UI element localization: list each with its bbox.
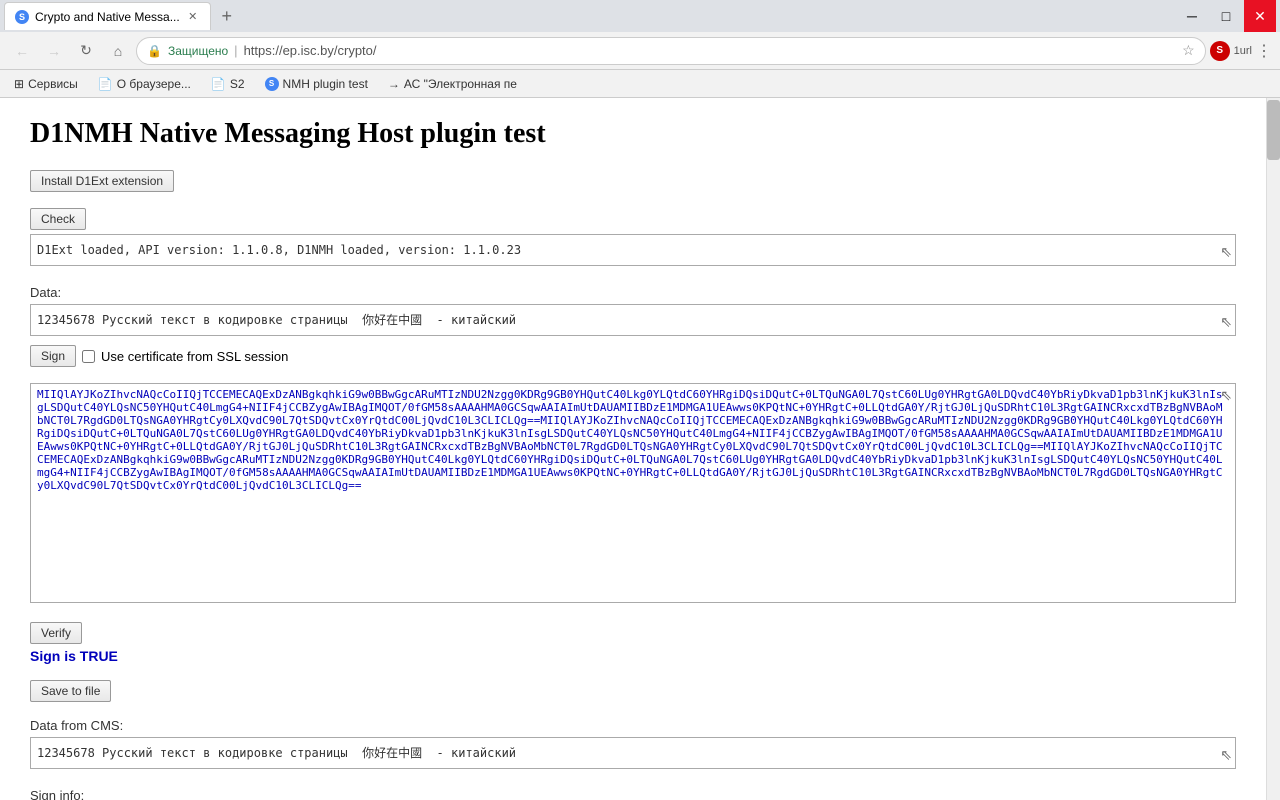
bookmark-about-label: О браузере... bbox=[117, 77, 191, 91]
data-from-cms-section: Data from CMS: ⇖ bbox=[30, 718, 1236, 772]
bookmark-nmh-label: NMH plugin test bbox=[283, 77, 368, 91]
active-tab[interactable]: S Crypto and Native Messa... ✕ bbox=[4, 2, 211, 30]
data-from-cms-field bbox=[30, 737, 1236, 769]
verify-section: Verify Sign is TRUE bbox=[30, 622, 1236, 664]
bookmark-services-label: Сервисы bbox=[28, 77, 78, 91]
minimize-button[interactable]: ─ bbox=[1176, 0, 1208, 32]
tab-favicon: S bbox=[15, 10, 29, 24]
navigation-bar: ← → ↻ ⌂ 🔒 Защищено | https://ep.isc.by/c… bbox=[0, 32, 1280, 70]
services-icon: ⊞ bbox=[14, 77, 24, 91]
tab-label: Crypto and Native Messa... bbox=[35, 10, 180, 24]
security-text: Защищено bbox=[168, 44, 228, 58]
check-result-field bbox=[30, 234, 1236, 266]
sign-button[interactable]: Sign bbox=[30, 345, 76, 367]
verify-button[interactable]: Verify bbox=[30, 622, 82, 644]
ssl-checkbox[interactable] bbox=[82, 350, 95, 363]
arrow-icon: → bbox=[388, 77, 400, 91]
scrollbar-thumb[interactable] bbox=[1267, 100, 1280, 160]
bookmark-star-icon[interactable]: ☆ bbox=[1182, 42, 1195, 59]
title-bar: S Crypto and Native Messa... ✕ + ─ □ ✕ bbox=[0, 0, 1280, 32]
forward-button[interactable]: → bbox=[40, 37, 68, 65]
tab-close-button[interactable]: ✕ bbox=[186, 10, 200, 24]
bookmark-s2-label: S2 bbox=[230, 77, 245, 91]
url-separator: | bbox=[234, 43, 237, 58]
bookmark-s2[interactable]: 📄 S2 bbox=[205, 75, 251, 93]
bookmark-services[interactable]: ⊞ Сервисы bbox=[8, 75, 84, 93]
page-inner: D1NMH Native Messaging Host plugin test … bbox=[0, 98, 1266, 800]
doc-icon-2: 📄 bbox=[211, 77, 226, 91]
data-expand-icon: ⇖ bbox=[1220, 313, 1232, 330]
nmh-favicon: S bbox=[265, 77, 279, 91]
check-section: Check ⇖ bbox=[30, 208, 1236, 269]
extension-label: 1url bbox=[1234, 45, 1252, 57]
new-tab-button[interactable]: + bbox=[213, 2, 241, 30]
install-button[interactable]: Install D1Ext extension bbox=[30, 170, 174, 192]
doc-icon-1: 📄 bbox=[98, 77, 113, 91]
data-label: Data: bbox=[30, 285, 1236, 300]
url-text: https://ep.isc.by/crypto/ bbox=[244, 43, 1177, 58]
address-bar[interactable]: 🔒 Защищено | https://ep.isc.by/crypto/ ☆ bbox=[136, 37, 1206, 65]
vertical-scrollbar[interactable] bbox=[1266, 98, 1280, 800]
data-section: Data: ⇖ Sign Use certificate from SSL se… bbox=[30, 285, 1236, 367]
sign-result: Sign is TRUE bbox=[30, 648, 1236, 664]
title-bar-left: S Crypto and Native Messa... ✕ + bbox=[4, 2, 1172, 30]
back-button[interactable]: ← bbox=[8, 37, 36, 65]
ssl-checkbox-label: Use certificate from SSL session bbox=[101, 349, 288, 364]
page-title: D1NMH Native Messaging Host plugin test bbox=[30, 118, 1236, 150]
menu-button[interactable]: ⋮ bbox=[1256, 41, 1272, 61]
data-from-cms-label: Data from CMS: bbox=[30, 718, 1236, 733]
browser-window: S Crypto and Native Messa... ✕ + ─ □ ✕ ←… bbox=[0, 0, 1280, 800]
bookmarks-bar: ⊞ Сервисы 📄 О браузере... 📄 S2 S NMH plu… bbox=[0, 70, 1280, 98]
maximize-button[interactable]: □ bbox=[1210, 0, 1242, 32]
signature-section: MIIQlAYJKoZIhvcNAQcCoIIQjTCCEMECAQExDzAN… bbox=[30, 383, 1236, 606]
sign-info-label: Sign info: bbox=[30, 788, 1236, 800]
data-input[interactable] bbox=[30, 304, 1236, 336]
bookmark-about[interactable]: 📄 О браузере... bbox=[92, 75, 197, 93]
sign-row: Sign Use certificate from SSL session bbox=[30, 345, 1236, 367]
cms-expand-icon: ⇖ bbox=[1220, 746, 1232, 763]
reload-button[interactable]: ↻ bbox=[72, 37, 100, 65]
check-result-expand-icon: ⇖ bbox=[1220, 243, 1232, 260]
save-to-file-button[interactable]: Save to file bbox=[30, 680, 111, 702]
browser-icon: S bbox=[1210, 41, 1230, 61]
page-content: D1NMH Native Messaging Host plugin test … bbox=[0, 98, 1280, 800]
home-button[interactable]: ⌂ bbox=[104, 37, 132, 65]
check-button[interactable]: Check bbox=[30, 208, 86, 230]
bookmark-electronic[interactable]: → АС "Электронная пе bbox=[382, 75, 523, 93]
bookmark-nmh[interactable]: S NMH plugin test bbox=[259, 75, 374, 93]
lock-icon: 🔒 bbox=[147, 44, 162, 58]
sign-info-section: Sign info: { "dtsign": "20.01.2018 09:52… bbox=[30, 788, 1236, 800]
install-section: Install D1Ext extension bbox=[30, 170, 1236, 192]
window-controls: ─ □ ✕ bbox=[1176, 0, 1276, 32]
signature-expand-icon: ⇖ bbox=[1220, 387, 1232, 404]
close-button[interactable]: ✕ bbox=[1244, 0, 1276, 32]
bookmark-electronic-label: АС "Электронная пе bbox=[404, 77, 517, 91]
save-section: Save to file bbox=[30, 680, 1236, 702]
signature-field: MIIQlAYJKoZIhvcNAQcCoIIQjTCCEMECAQExDzAN… bbox=[30, 383, 1236, 603]
